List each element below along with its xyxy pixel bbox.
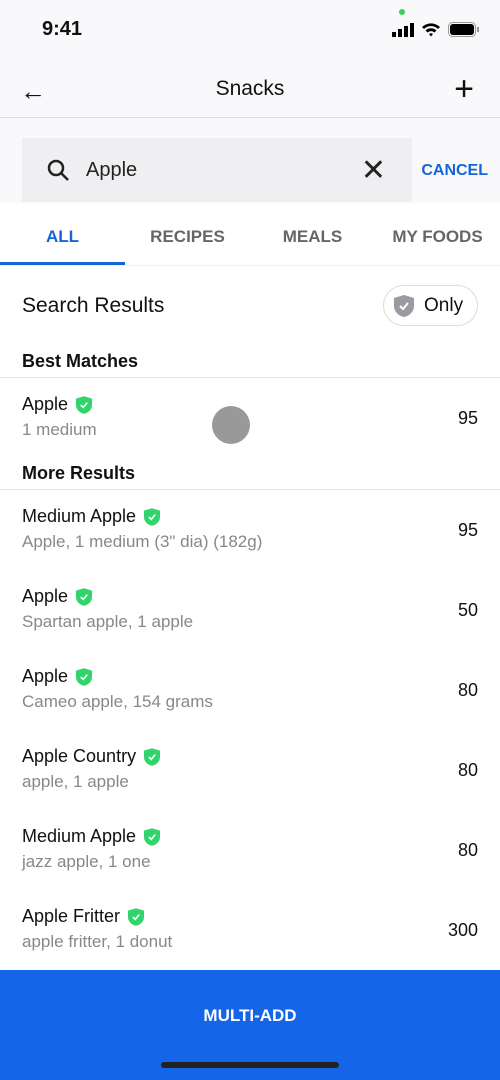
clock: 9:41 <box>42 18 83 40</box>
page-title: Snacks <box>215 77 285 100</box>
food-name: Medium Apple <box>22 826 137 846</box>
home-indicator <box>161 1062 339 1068</box>
cancel-button[interactable]: CANCEL <box>421 162 488 180</box>
verified-icon <box>76 395 93 414</box>
calories: 80 <box>457 840 478 860</box>
signal-icon <box>392 22 414 37</box>
food-row[interactable]: Apple Fritter apple fritter, 1 donut 300 <box>0 890 500 970</box>
tab-meals[interactable]: MEALS <box>250 203 375 265</box>
food-row[interactable]: Medium Apple jazz apple, 1 one 80 <box>0 810 500 890</box>
privacy-indicator <box>399 9 405 15</box>
status-bar: 9:41 <box>0 0 500 60</box>
food-row[interactable]: Apple 1 medium 95 <box>0 378 500 458</box>
calories: 50 <box>457 600 478 620</box>
verified-icon <box>144 507 161 526</box>
nav-bar: ← Snacks + <box>0 60 500 118</box>
verified-icon <box>144 827 161 846</box>
food-row[interactable]: Apple Spartan apple, 1 apple 50 <box>0 570 500 650</box>
food-name: Apple <box>22 666 69 686</box>
tab-all[interactable]: ALL <box>0 203 125 265</box>
best-matches-header: Best Matches <box>0 346 500 378</box>
food-row[interactable]: Medium Apple Apple, 1 medium (3" dia) (18… <box>0 490 500 570</box>
food-desc: 1 medium <box>22 420 97 439</box>
food-desc: Cameo apple, 154 grams <box>22 692 213 711</box>
more-results-header: More Results <box>0 458 500 490</box>
food-row[interactable]: Apple Country apple, 1 apple 80 <box>0 730 500 810</box>
food-name: Apple <box>22 394 69 414</box>
food-desc: jazz apple, 1 one <box>22 852 151 871</box>
food-name: Apple <box>22 586 69 606</box>
food-desc: Apple, 1 medium (3" dia) (182g) <box>22 532 263 551</box>
food-desc: apple, 1 apple <box>22 772 129 791</box>
tab-recipes[interactable]: RECIPES <box>125 203 250 265</box>
verified-icon <box>76 667 93 686</box>
food-row[interactable]: Apple Cameo apple, 154 grams 80 <box>0 650 500 730</box>
calories: 80 <box>457 680 478 700</box>
calories: 95 <box>457 408 478 428</box>
search-value[interactable]: Apple <box>86 159 361 182</box>
verified-icon <box>76 587 93 606</box>
food-name: Apple Fritter <box>22 906 121 926</box>
add-icon[interactable]: + <box>454 70 474 109</box>
battery-icon <box>448 22 479 37</box>
tab-bar: ALL RECIPES MEALS MY FOODS <box>0 203 500 266</box>
verified-icon <box>128 907 145 926</box>
touch-indicator <box>212 406 250 444</box>
shield-check-icon <box>394 294 414 317</box>
verified-icon <box>144 747 161 766</box>
search-icon <box>47 159 69 181</box>
food-name: Medium Apple <box>22 506 137 526</box>
clear-icon[interactable]: ✕ <box>361 153 386 188</box>
section-title: Search Results <box>22 294 165 317</box>
calories: 95 <box>457 520 478 540</box>
verified-only-toggle[interactable]: Only <box>383 285 478 326</box>
search-input[interactable]: Apple ✕ <box>22 138 412 202</box>
food-name: Apple Country <box>22 746 137 766</box>
calories: 80 <box>457 760 478 780</box>
wifi-icon <box>422 23 440 37</box>
food-desc: Spartan apple, 1 apple <box>22 612 194 631</box>
calories: 300 <box>447 920 478 940</box>
tab-my-foods[interactable]: MY FOODS <box>375 203 500 265</box>
food-desc: apple fritter, 1 donut <box>22 932 173 951</box>
only-label: Only <box>424 294 464 316</box>
